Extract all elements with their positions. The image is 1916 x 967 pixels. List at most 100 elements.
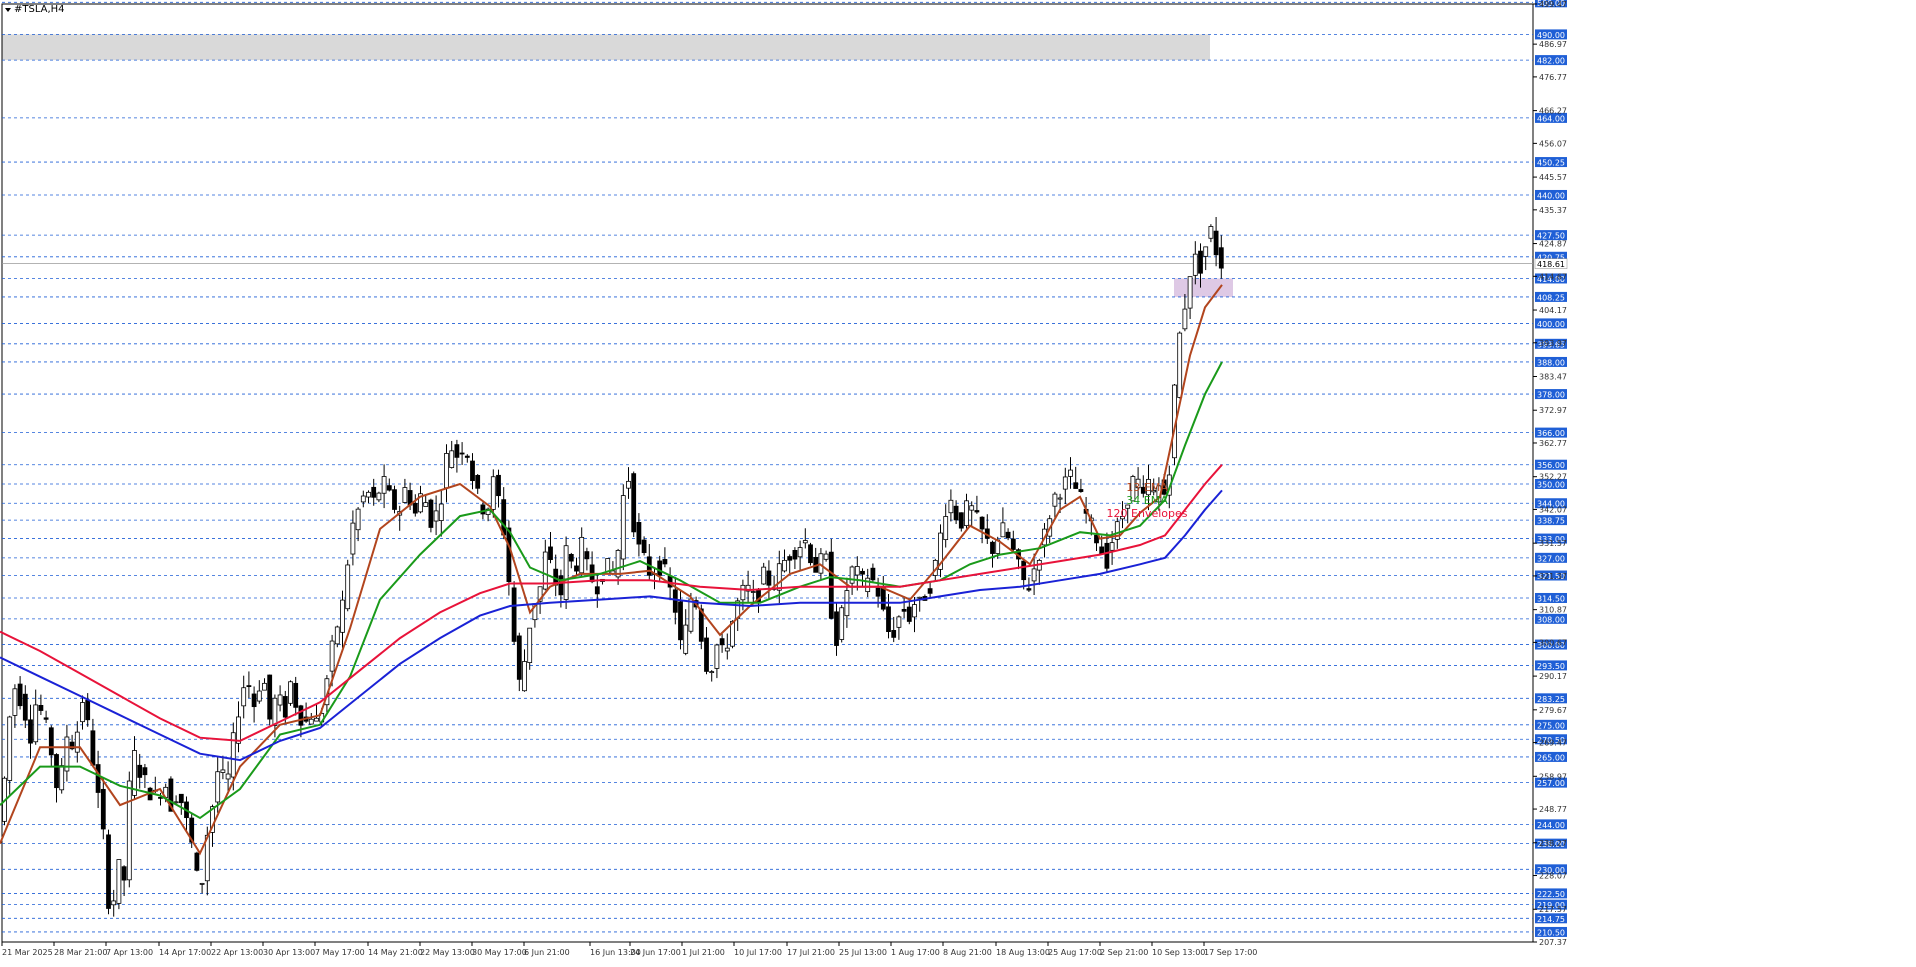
candle-body — [490, 476, 496, 510]
candle-body — [392, 489, 397, 510]
candle-body — [433, 510, 439, 522]
time-tick-label: 2 Sep 21:00 — [1100, 948, 1148, 957]
candle-body — [480, 504, 486, 515]
candle-body — [246, 685, 252, 688]
candle-body — [802, 540, 808, 544]
candle-body — [33, 704, 39, 743]
candle-body — [116, 859, 122, 904]
price-tick-label: 456.07 — [1539, 139, 1567, 148]
candle-body — [568, 554, 574, 562]
candle-body — [1187, 276, 1193, 309]
legend-entry: 13 EMA — [1126, 481, 1168, 494]
level-label: 244.00 — [1537, 821, 1565, 830]
time-tick-label: 17 Jul 21:00 — [787, 948, 835, 957]
candle-body — [709, 671, 715, 674]
candle-body — [548, 546, 553, 560]
level-label: 388.00 — [1537, 358, 1565, 367]
candle-body — [1031, 568, 1037, 582]
time-tick-label: 30 May 17:00 — [472, 948, 527, 957]
level-label: 338.75 — [1537, 517, 1565, 526]
level-label: 314.50 — [1537, 594, 1565, 603]
candle-body — [823, 553, 829, 560]
candle-body — [1192, 253, 1198, 276]
candle-body — [438, 503, 444, 521]
chart-window[interactable]: 13 EMA 34 EMA 120 Envelopes 500.00 490.00 48… — [0, 0, 1916, 963]
price-tick-label: 383.47 — [1539, 373, 1567, 382]
legend-entry: 34 EMA — [1126, 494, 1168, 507]
candle-body — [54, 754, 59, 789]
candle-body — [475, 475, 481, 489]
candle-body — [1000, 522, 1006, 538]
candle-body — [953, 505, 959, 521]
candle-body — [444, 453, 449, 489]
candle-body — [80, 702, 85, 723]
candle-body — [958, 512, 964, 529]
candle-body — [111, 900, 117, 906]
price-tick-label: 352.27 — [1539, 473, 1567, 482]
time-tick-label: 14 Apr 17:00 — [159, 948, 211, 957]
price-chart[interactable]: 13 EMA34 EMA120 Envelopes 500.00490.0048… — [0, 0, 1916, 963]
candle-body — [766, 570, 772, 586]
candle-body — [376, 492, 382, 501]
time-tick-label: 25 Aug 17:00 — [1048, 948, 1102, 957]
candle-body — [308, 718, 314, 725]
candle-body — [719, 638, 725, 646]
candle-body — [990, 541, 995, 554]
candle-body — [1177, 332, 1183, 398]
candle-body — [1099, 546, 1105, 555]
candle-body — [948, 499, 954, 514]
indicator-line — [0, 464, 1223, 742]
candle-body — [241, 687, 247, 707]
dropdown-arrow-icon[interactable] — [5, 8, 11, 12]
candle-body — [178, 793, 184, 804]
candle-body — [1057, 497, 1063, 500]
time-tick-label: 7 Apr 13:00 — [106, 948, 153, 957]
time-tick-label: 6 Jun 21:00 — [524, 948, 570, 957]
candle-body — [678, 601, 683, 641]
candle-body — [750, 591, 756, 593]
level-label: 482.00 — [1537, 57, 1565, 66]
candle-body — [964, 500, 969, 527]
candle-body — [38, 705, 44, 711]
price-tick-label: 238.27 — [1539, 839, 1567, 848]
level-label: 378.00 — [1537, 391, 1565, 400]
candle-body — [1208, 226, 1214, 239]
candle-body — [95, 764, 101, 793]
candle-body — [828, 551, 834, 619]
candle-body — [683, 624, 689, 654]
chart-title: #TSLA,H4 — [14, 4, 65, 15]
candle-body — [288, 681, 293, 704]
current-price-label: 418.61 — [1537, 260, 1565, 269]
price-tick-label: 258.97 — [1539, 772, 1567, 781]
candle-body — [912, 604, 917, 618]
candle-body — [106, 834, 111, 909]
level-label: 210.50 — [1537, 928, 1565, 937]
candle-body — [28, 719, 33, 744]
time-tick-label: 24 Jun 17:00 — [630, 948, 681, 957]
candle-body — [516, 635, 522, 680]
candle-body — [880, 586, 886, 610]
price-tick-label: 362.77 — [1539, 439, 1567, 448]
candle-body — [126, 780, 132, 881]
candle-body — [1109, 542, 1115, 551]
candle-body — [522, 661, 527, 692]
candle-body — [1213, 230, 1219, 256]
candle-body — [943, 516, 949, 541]
level-label: 293.50 — [1537, 662, 1565, 671]
level-label: 350.00 — [1537, 480, 1565, 489]
price-tick-label: 476.77 — [1539, 73, 1567, 82]
candle-body — [459, 452, 465, 455]
time-tick-label: 17 Sep 17:00 — [1204, 948, 1257, 957]
candle-body — [792, 550, 798, 560]
candle-body — [360, 495, 366, 503]
candle-body — [834, 611, 839, 646]
candle-body — [1026, 588, 1032, 591]
candle-body — [298, 705, 304, 726]
candle-body — [1203, 246, 1209, 257]
candle-body — [121, 866, 127, 881]
time-tick-label: 1 Aug 17:00 — [891, 948, 940, 957]
level-label: 265.00 — [1537, 753, 1565, 762]
candle-body — [506, 527, 512, 583]
candle-body — [43, 717, 49, 720]
time-tick-label: 7 May 17:00 — [315, 948, 365, 957]
